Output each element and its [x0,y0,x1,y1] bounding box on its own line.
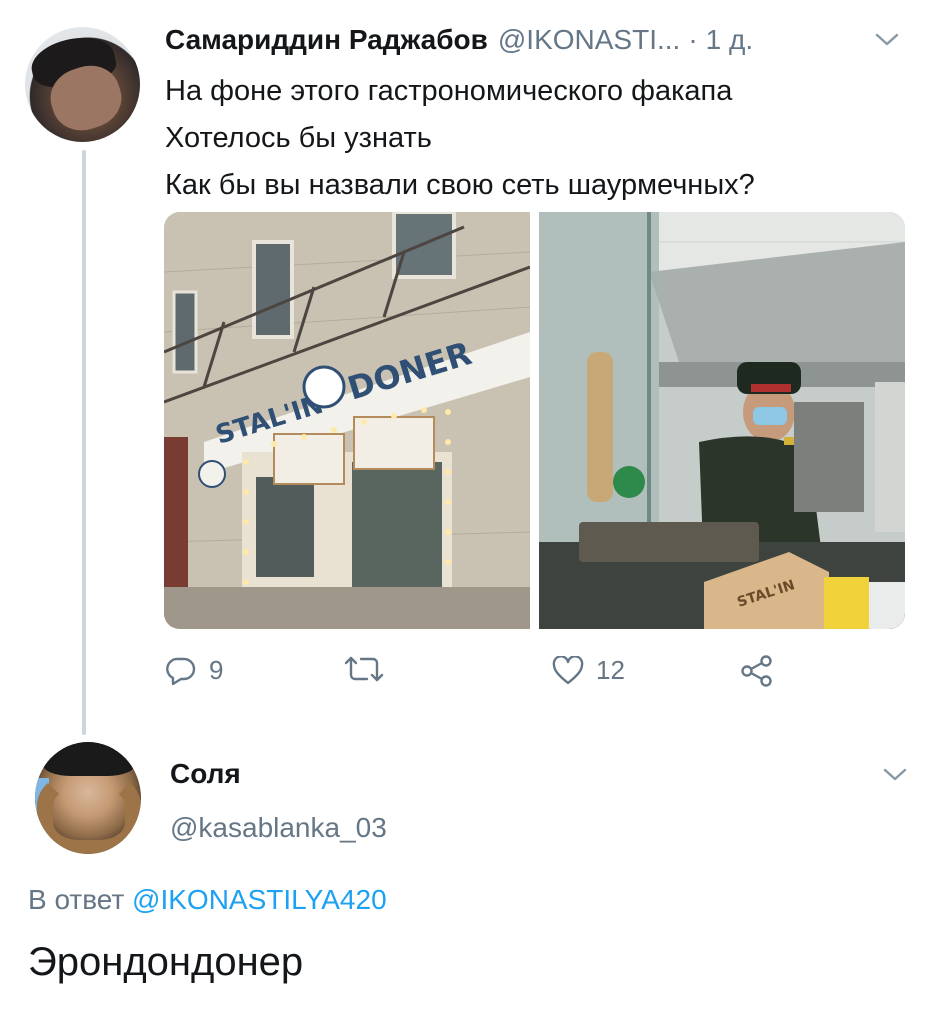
share-button[interactable] [740,655,774,687]
timestamp[interactable]: 1 д. [706,24,753,56]
in-reply-to: В ответ @IKONASTILYA420 [28,884,387,916]
tweet-header: Самариддин Раджабов @IKONASTI... · 1 д. [165,24,753,64]
reply-count: 9 [209,655,224,685]
reply-mention-link[interactable]: @IKONASTILYA420 [132,884,387,915]
author-handle[interactable]: @IKONASTI... [498,24,680,56]
like-count: 12 [596,655,625,685]
reply-button[interactable]: 9 [165,655,223,686]
like-icon [552,655,584,684]
share-icon [741,655,772,687]
avatar[interactable] [35,742,141,854]
reply-icon [166,657,196,685]
emblem-icon [302,365,346,409]
in-reply-prefix: В ответ [28,884,125,915]
chevron-down-icon[interactable] [882,767,908,783]
retweet-icon [344,656,384,682]
tweet-text: На фоне этого гастрономического факапа Х… [165,68,755,209]
author-name[interactable]: Самариддин Раджабов [165,24,488,56]
thread-connector-line [82,150,86,735]
tweet-photo-storefront[interactable]: STAL'IN DONER [164,212,530,629]
tweet-text-line: Хотелось бы узнать [165,122,432,154]
author-name[interactable]: Соля [170,758,241,790]
tweet-text-line: Как бы вы назвали свою сеть шаурмечных? [165,169,755,201]
separator-dot: · [688,24,698,55]
author-handle[interactable]: @kasablanka_03 [170,812,387,844]
tweet-photo-interior[interactable]: STAL'IN [539,212,905,629]
reply-text: Эрондондонер [28,940,304,984]
avatar[interactable] [25,27,140,142]
like-button[interactable]: 12 [552,655,625,686]
tweet-actions: 9 12 [165,655,785,695]
retweet-button[interactable] [343,655,385,683]
chevron-down-icon[interactable] [874,32,900,48]
tweet-text-line: На фоне этого гастрономического факапа [165,75,733,107]
